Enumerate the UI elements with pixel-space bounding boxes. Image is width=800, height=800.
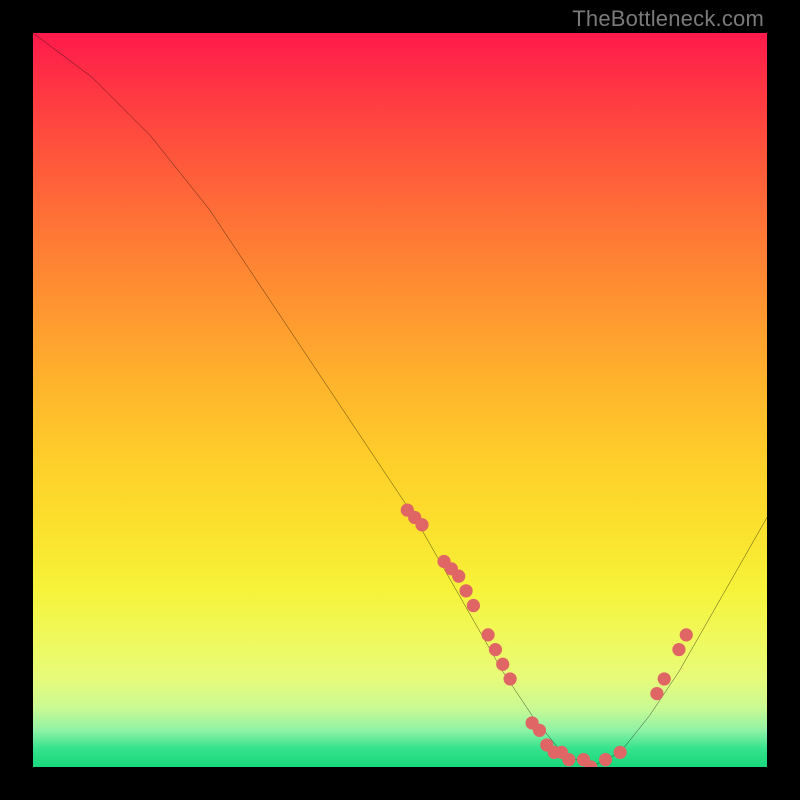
data-point xyxy=(481,628,494,641)
chart-svg xyxy=(33,33,767,767)
data-point xyxy=(533,724,546,737)
data-point xyxy=(459,584,472,597)
data-point xyxy=(672,643,685,656)
data-point xyxy=(614,746,627,759)
data-point xyxy=(489,643,502,656)
curve-layer xyxy=(33,33,767,767)
data-point xyxy=(650,687,663,700)
data-point xyxy=(496,658,509,671)
chart-container: TheBottleneck.com xyxy=(0,0,800,800)
data-point xyxy=(562,753,575,766)
data-point xyxy=(452,570,465,583)
data-point xyxy=(658,672,671,685)
data-point xyxy=(680,628,693,641)
data-point xyxy=(503,672,516,685)
bottleneck-curve xyxy=(33,33,767,767)
watermark-text: TheBottleneck.com xyxy=(572,6,764,32)
dots-layer xyxy=(401,503,693,767)
data-point xyxy=(599,753,612,766)
data-point xyxy=(415,518,428,531)
data-point xyxy=(467,599,480,612)
